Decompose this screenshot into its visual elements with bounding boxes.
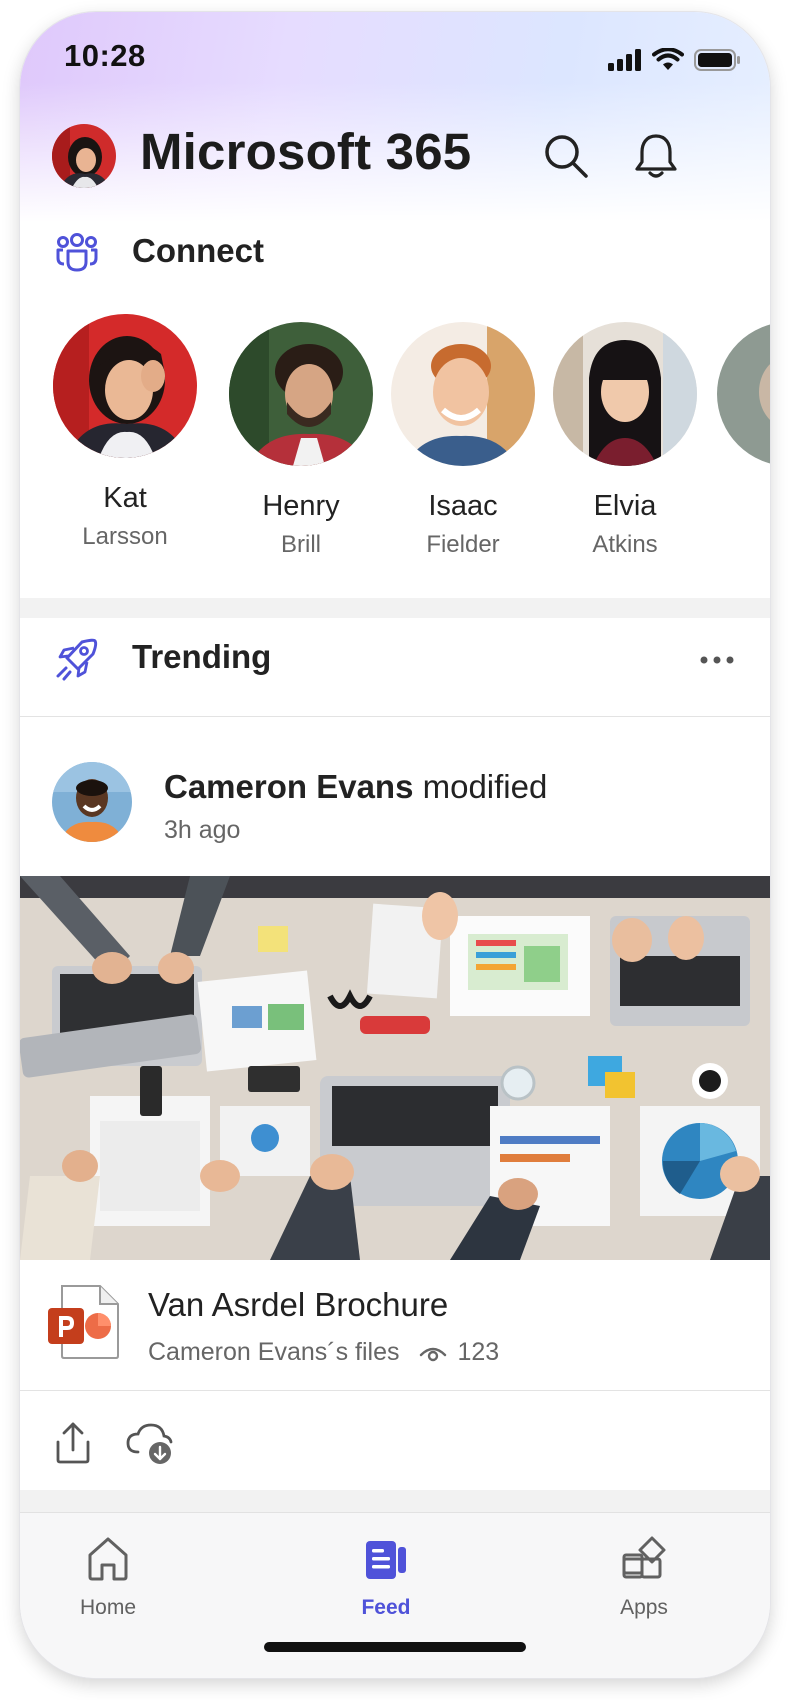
content-end-band <box>20 1490 770 1512</box>
post-timestamp: 3h ago <box>164 816 241 844</box>
wifi-icon <box>652 48 684 70</box>
person-first-name: Isaac <box>428 490 498 522</box>
share-icon <box>56 1422 90 1464</box>
tab-label: Home <box>79 1596 137 1619</box>
person-card-partial[interactable] <box>714 322 770 466</box>
rocket-icon <box>56 638 98 681</box>
powerpoint-file-icon <box>48 1285 119 1359</box>
author-avatar <box>52 762 132 842</box>
section-separator <box>20 598 770 618</box>
home-indicator[interactable] <box>264 1642 526 1652</box>
trending-header: Trending <box>20 618 770 698</box>
feed-post-header[interactable]: Cameron Evans modified 3h ago <box>20 728 770 876</box>
person-card-henry[interactable]: Henry Brill <box>226 322 376 559</box>
file-name: Van Asrdel Brochure <box>148 1286 449 1323</box>
download-offline-button[interactable] <box>124 1420 176 1466</box>
person-last-name: Atkins <box>592 531 658 558</box>
status-icons <box>608 48 740 72</box>
notifications-button[interactable] <box>628 128 684 184</box>
post-author[interactable]: Cameron Evans <box>164 768 413 805</box>
person-first-name: Kat <box>103 482 147 514</box>
person-first-name: Elvia <box>593 490 657 522</box>
battery-icon <box>694 49 740 71</box>
cellular-signal-icon <box>608 49 641 71</box>
person-card-elvia[interactable]: Elvia Atkins <box>550 322 700 559</box>
eye-icon <box>420 1347 447 1361</box>
connect-title: Connect <box>132 232 264 269</box>
cloud-download-icon <box>126 1423 173 1464</box>
person-card-kat[interactable]: Kat Larsson <box>50 314 200 551</box>
post-activity-line: Cameron Evans modified <box>164 768 547 806</box>
profile-avatar[interactable] <box>52 124 116 188</box>
person-last-name: Larsson <box>82 523 168 550</box>
app-bar: Microsoft 365 <box>20 112 770 202</box>
connect-header: Connect <box>20 212 770 292</box>
search-button[interactable] <box>538 128 594 184</box>
person-last-name: Fielder <box>426 531 500 558</box>
search-icon <box>545 135 588 178</box>
person-last-name: Brill <box>281 531 321 558</box>
person-avatar <box>229 322 373 466</box>
tab-home[interactable]: Home <box>38 1535 178 1620</box>
tab-feed[interactable]: Feed <box>316 1535 456 1620</box>
bottom-tab-bar: Home Feed Apps <box>20 1512 770 1678</box>
tab-apps[interactable]: Apps <box>574 1535 714 1620</box>
tab-label: Apps <box>620 1596 668 1619</box>
people-carousel[interactable]: Kat Larsson Henry Brill Isaac Fielder El… <box>50 314 770 590</box>
people-group-icon <box>56 233 98 272</box>
tab-label: Feed <box>361 1596 411 1619</box>
person-avatar <box>53 314 197 458</box>
app-title: Microsoft 365 <box>140 123 472 180</box>
more-options-icon[interactable] <box>700 656 734 664</box>
file-source: Cameron Evans´s files <box>148 1338 400 1366</box>
view-count: 123 <box>457 1338 500 1366</box>
share-button[interactable] <box>50 1420 96 1466</box>
person-first-name: Henry <box>262 490 340 522</box>
person-card-isaac[interactable]: Isaac Fielder <box>388 322 538 559</box>
bell-icon <box>635 134 677 178</box>
status-bar: 10:28 <box>20 12 770 102</box>
trending-title: Trending <box>132 638 272 675</box>
profile-avatar-image <box>52 124 116 188</box>
phone-frame: 10:28 Microsoft 365 Connect Kat Larsson … <box>20 12 770 1678</box>
home-icon <box>88 1537 128 1581</box>
status-time: 10:28 <box>64 38 146 73</box>
person-avatar <box>391 322 535 466</box>
person-avatar <box>717 322 770 466</box>
apps-icon <box>622 1536 666 1579</box>
person-avatar <box>553 322 697 466</box>
post-action: modified <box>422 768 548 805</box>
post-thumbnail-image[interactable] <box>20 876 770 1260</box>
feed-icon <box>366 1541 406 1579</box>
file-meta: Cameron Evans´s files 123 <box>148 1338 499 1367</box>
file-row[interactable]: Van Asrdel Brochure Cameron Evans´s file… <box>20 1260 770 1390</box>
divider <box>20 716 770 717</box>
